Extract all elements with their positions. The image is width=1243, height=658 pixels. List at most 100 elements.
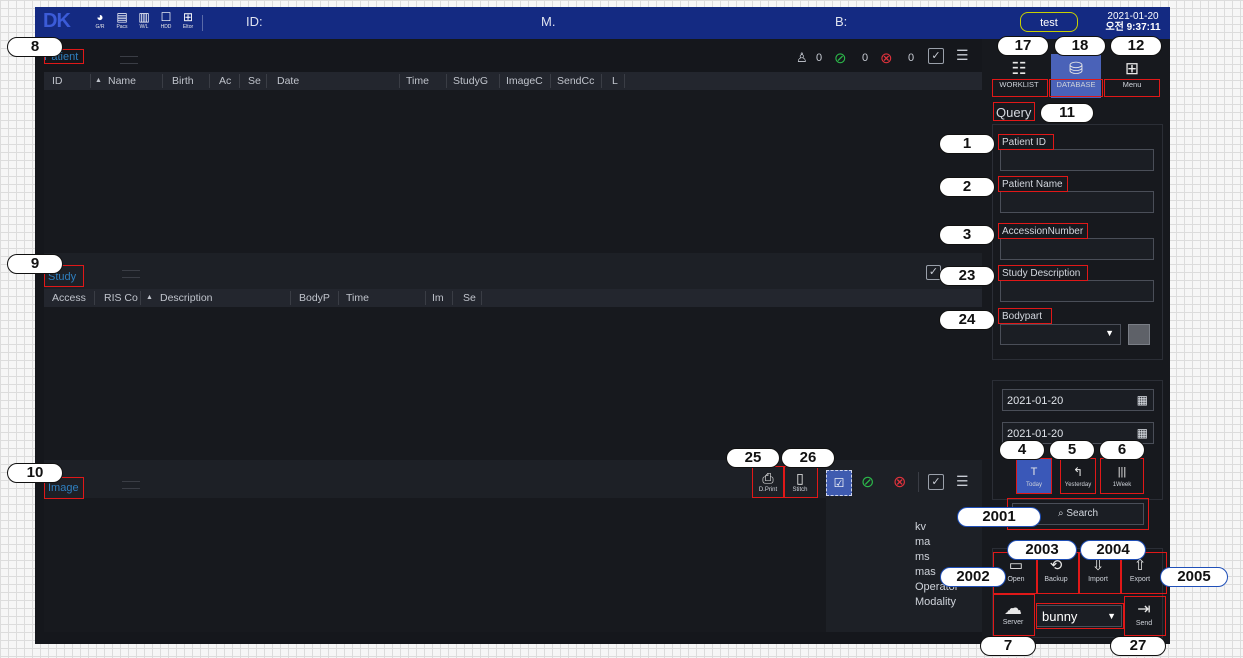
col-description[interactable]: Description	[160, 292, 213, 304]
checkbox-icon[interactable]: ✓	[928, 48, 944, 64]
col-time[interactable]: Time	[406, 75, 429, 87]
annotation-box	[1104, 79, 1160, 97]
bodypart-select[interactable]: ▼	[1000, 324, 1121, 345]
toolbar-divider	[918, 472, 919, 492]
callout-2002: 2002	[940, 567, 1006, 587]
annotation-box	[993, 102, 1035, 121]
select-all-icon[interactable]: ☑	[826, 470, 852, 496]
callout-8: 8	[7, 37, 63, 57]
study-table-body[interactable]	[44, 307, 982, 460]
image-thumbnail-area[interactable]	[44, 498, 826, 632]
wl-button[interactable]: ▥ W/L	[134, 11, 154, 35]
col-access[interactable]: Access	[52, 292, 86, 304]
patient-ok-count: 0	[862, 52, 869, 64]
annotation-box	[1036, 603, 1124, 629]
sort-asc-icon: ▲	[95, 77, 102, 84]
chevron-down-icon: ▼	[1105, 328, 1114, 338]
success-icon[interactable]: ⊘	[861, 472, 874, 492]
gr-button[interactable]: ◕ G/R	[90, 11, 110, 35]
gr-icon: ◕	[96, 10, 104, 24]
patient-id-label: ID:	[246, 14, 263, 29]
col-l[interactable]: L	[612, 75, 618, 87]
calendar-icon[interactable]: ▦	[1137, 426, 1148, 440]
callout-2001: 2001	[957, 507, 1041, 527]
annotation-box	[993, 594, 1035, 636]
calendar-icon[interactable]: ▦	[1137, 393, 1148, 407]
callout-2003: 2003	[1007, 540, 1077, 560]
study-section-bar	[44, 253, 982, 289]
worklist-icon: ☷	[1011, 59, 1027, 78]
list-menu-icon[interactable]: ☰	[956, 47, 969, 64]
col-id[interactable]: ID	[52, 75, 63, 87]
birth-label: B:	[835, 14, 848, 29]
col-image-count[interactable]: ImageC	[506, 75, 543, 87]
info-kv: kv	[915, 521, 926, 533]
top-bar: DK ◕ G/R ▤ Pacs ▥ W/L ☐ HDD ⊞ Eltor ID: M. B:…	[35, 7, 1170, 39]
user-count-icon: ♙	[796, 50, 808, 65]
drag-handle-icon[interactable]	[122, 481, 140, 489]
col-image[interactable]: Im	[432, 292, 444, 304]
annotation-box	[992, 79, 1048, 97]
patient-table-body[interactable]	[44, 90, 982, 253]
database-icon: ⛁	[1068, 59, 1084, 78]
col-name[interactable]: Name	[108, 75, 136, 87]
annotation-box	[1016, 458, 1052, 494]
col-send-count[interactable]: SendCc	[557, 75, 594, 87]
patient-id-input[interactable]	[1000, 149, 1154, 171]
wl-icon: ▥	[138, 10, 150, 24]
info-ms: ms	[915, 551, 930, 563]
sort-asc-icon: ▲	[146, 294, 153, 301]
checkbox-icon[interactable]: ✓	[928, 474, 944, 490]
col-date[interactable]: Date	[277, 75, 299, 87]
col-time[interactable]: Time	[346, 292, 369, 304]
col-study-count[interactable]: StudyG	[453, 75, 488, 87]
callout-26: 26	[781, 448, 835, 468]
col-ris-code[interactable]: RIS Co	[104, 292, 138, 304]
editor-icon: ⊞	[182, 10, 194, 24]
col-accession[interactable]: Ac	[219, 75, 231, 87]
callout-27: 27	[1110, 636, 1166, 656]
study-table-header: Access RIS Co ▲ Description BodyP Time I…	[44, 289, 982, 307]
info-ma: ma	[915, 536, 931, 548]
annotation-box	[1049, 79, 1103, 97]
annotation-box	[1060, 458, 1096, 494]
error-icon[interactable]: ⊗	[880, 49, 893, 67]
menu-grid-icon: ⊞	[1124, 59, 1140, 78]
current-time: 오전 9:37:11	[1105, 22, 1161, 33]
pacs-button[interactable]: ▤ Pacs	[112, 11, 132, 35]
col-birth[interactable]: Birth	[172, 75, 194, 87]
col-sex[interactable]: Se	[248, 75, 261, 87]
study-description-input[interactable]	[1000, 280, 1154, 302]
bodypart-clear-button[interactable]	[1128, 324, 1150, 345]
user-button[interactable]: test	[1020, 12, 1078, 32]
patient-error-count: 0	[908, 52, 915, 64]
date-from-input[interactable]: 2021-01-20 ▦	[1002, 389, 1154, 411]
callout-2: 2	[939, 177, 995, 197]
annotation-box	[752, 466, 784, 498]
callout-23: 23	[939, 266, 995, 286]
error-icon[interactable]: ⊗	[893, 472, 906, 492]
success-icon[interactable]: ⊘	[834, 49, 847, 67]
app-logo: DK	[43, 10, 71, 32]
accession-input[interactable]	[1000, 238, 1154, 260]
callout-6: 6	[1099, 440, 1145, 460]
annotation-box	[998, 134, 1054, 150]
annotation-box	[998, 223, 1088, 239]
hdd-button[interactable]: ☐ HDD	[156, 11, 176, 35]
patient-table-header: ID ▲ Name Birth Ac Se Date Time StudyG I…	[44, 72, 982, 90]
drag-handle-icon[interactable]	[122, 270, 140, 278]
col-bodypart[interactable]: BodyP	[299, 292, 330, 304]
patient-name-input[interactable]	[1000, 191, 1154, 213]
col-series[interactable]: Se	[463, 292, 476, 304]
drag-handle-icon[interactable]	[120, 56, 138, 64]
list-menu-icon[interactable]: ☰	[956, 473, 969, 490]
callout-9: 9	[7, 254, 63, 274]
callout-10: 10	[7, 463, 63, 483]
annotation-box	[1100, 458, 1144, 494]
callout-11: 11	[1040, 103, 1094, 123]
editor-button[interactable]: ⊞ Eltor	[178, 11, 198, 35]
info-modality: Modality	[915, 596, 956, 608]
callout-7: 7	[980, 636, 1036, 656]
callout-12: 12	[1110, 36, 1162, 56]
callout-17: 17	[997, 36, 1049, 56]
